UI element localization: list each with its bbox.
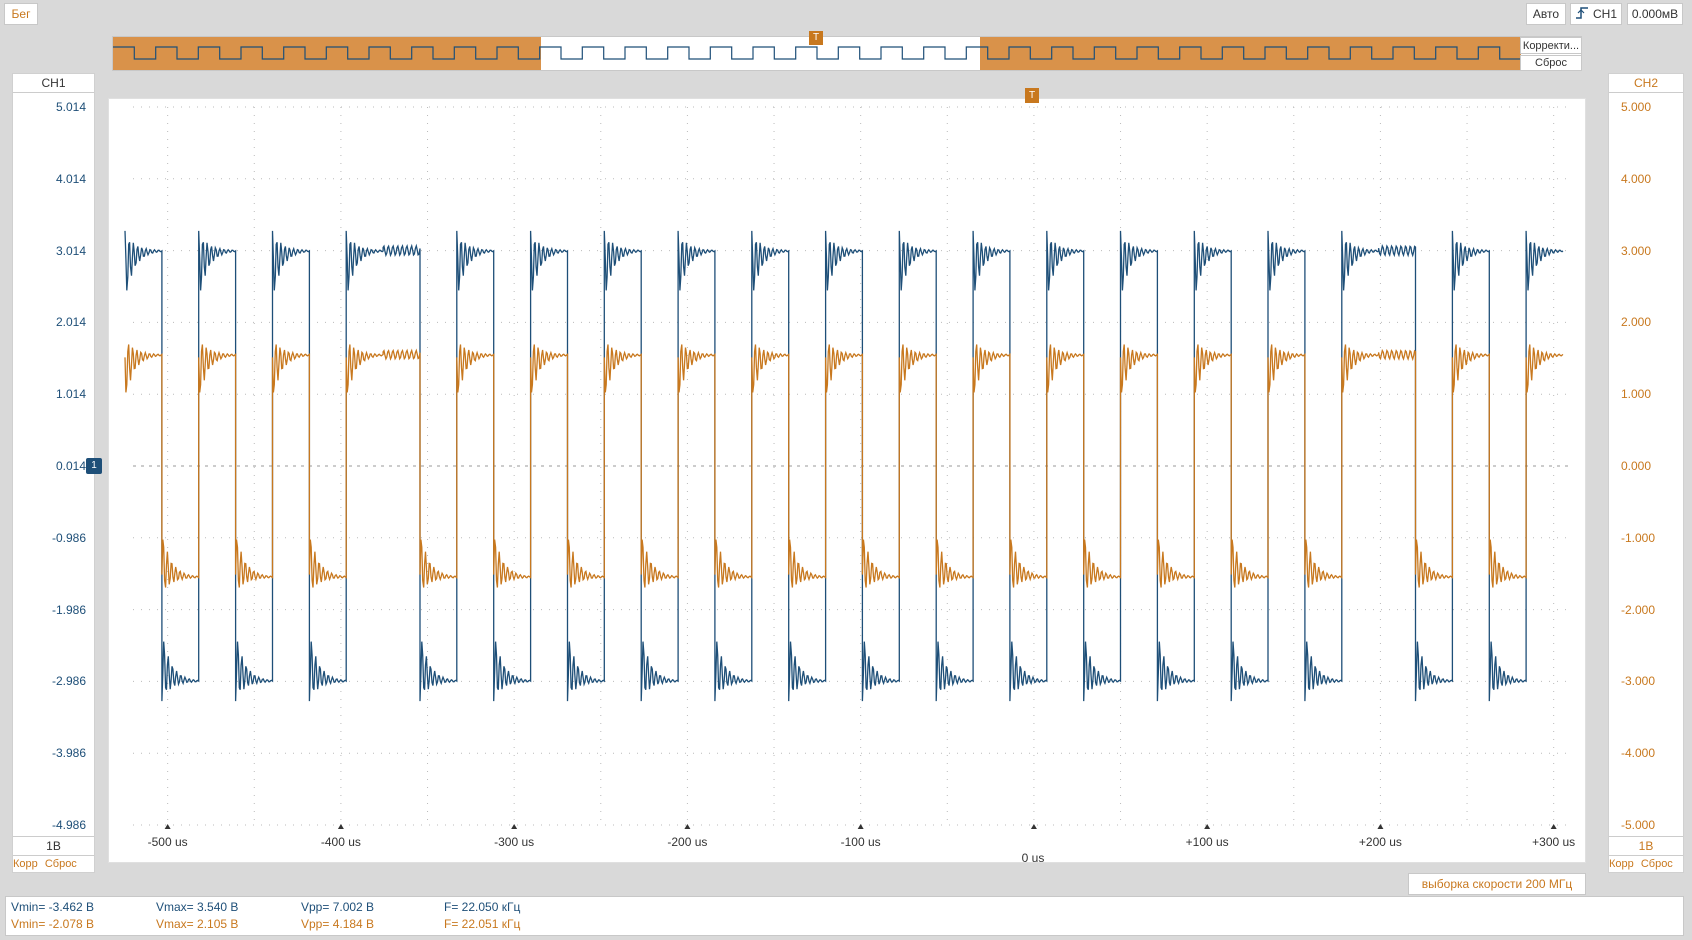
- x-tick-label: +300 us: [1532, 835, 1576, 849]
- ch1-freq: F= 22.050 кГц: [444, 900, 521, 914]
- x-tick-mark: [511, 824, 518, 829]
- ch1-tick-label: 4.014: [55, 171, 86, 186]
- x-tick-mark: [337, 824, 344, 829]
- ch1-label[interactable]: CH1: [13, 74, 94, 93]
- ch2-vpp: Vpp= 4.184 В: [301, 917, 375, 931]
- ch1-reset-button[interactable]: Сброс: [45, 858, 77, 870]
- x-tick-mark: [1030, 824, 1037, 829]
- trigger-channel-button[interactable]: CH1: [1570, 3, 1622, 25]
- x-tick-label: -400 us: [320, 835, 361, 849]
- main-trigger-marker[interactable]: T: [1025, 88, 1039, 103]
- ch1-ground-marker[interactable]: 1: [86, 458, 102, 474]
- x-tick-label: -300 us: [494, 835, 535, 849]
- ch1-tick-label: 0.014: [55, 459, 86, 473]
- ch1-tick-label: -3.986: [51, 746, 86, 761]
- x-tick-mark: [1550, 824, 1557, 829]
- trigger-level-button[interactable]: 0.000мВ: [1627, 3, 1683, 25]
- trigger-mode-button[interactable]: Авто: [1526, 3, 1566, 25]
- ch1-tick-label: -1.986: [51, 602, 86, 617]
- x-tick-label: -100 us: [840, 835, 881, 849]
- ch1-tick-label: -0.986: [51, 530, 86, 545]
- ch2-tick-label: -2.000: [1621, 602, 1656, 617]
- ch2-tick-label: -1.000: [1621, 530, 1656, 545]
- overview-bar[interactable]: [112, 36, 1582, 71]
- ch2-tick-label: -4.000: [1621, 746, 1656, 761]
- measurements-panel: Vmin= -3.462 В Vmax= 3.540 В Vpp= 7.002 …: [5, 896, 1684, 936]
- ch2-tick-label: 3.000: [1621, 243, 1652, 258]
- x-tick-label: +200 us: [1358, 835, 1402, 849]
- x-tick-mark: [857, 824, 864, 829]
- overview-reset-button[interactable]: Сброс: [1520, 55, 1582, 71]
- run-status-button[interactable]: Бег: [4, 3, 38, 25]
- waveform-plot: [124, 106, 1571, 829]
- sample-rate-label: выборка скорости 200 МГц: [1408, 873, 1586, 895]
- x-tick-label: -200 us: [667, 835, 708, 849]
- ch2-tick-label: 2.000: [1621, 315, 1652, 330]
- ch1-tick-label: -4.986: [51, 818, 86, 832]
- ch1-tick-label: 1.014: [55, 387, 86, 402]
- ch2-freq: F= 22.051 кГц: [444, 917, 521, 931]
- ch2-waveform: [124, 344, 1564, 588]
- ch1-vpp: Vpp= 7.002 В: [301, 900, 375, 914]
- ch2-vmax: Vmax= 2.105 В: [156, 917, 239, 931]
- ch1-korr-button[interactable]: Корр: [13, 858, 38, 870]
- ch1-vmax: Vmax= 3.540 В: [156, 900, 239, 914]
- ch1-tick-label: 2.014: [55, 315, 86, 330]
- ch2-tick-label: 4.000: [1621, 171, 1652, 186]
- plot-area[interactable]: -500 us -400 us -300 us -200 us -100 us +100 …: [108, 98, 1586, 865]
- ch2-reset-button[interactable]: Сброс: [1641, 858, 1673, 870]
- ch1-tick-label: 3.014: [55, 243, 86, 258]
- zoom-correction-button[interactable]: Корректи...: [1520, 37, 1582, 54]
- ch2-tick-label: 5.000: [1621, 100, 1652, 114]
- ch2-label[interactable]: CH2: [1609, 74, 1683, 93]
- ch2-scale[interactable]: 1В: [1609, 836, 1683, 855]
- ch2-tick-label: 0.000: [1621, 459, 1652, 473]
- ch1-scale[interactable]: 1В: [13, 836, 94, 855]
- x-tick-mark: [1377, 824, 1384, 829]
- ch1-tick-label: 5.014: [55, 100, 86, 114]
- ch2-panel: CH2 5.000 4.000 3.000 2.000 1.000 0.000 -1.000…: [1608, 73, 1684, 873]
- overview-trigger-marker[interactable]: T: [809, 31, 823, 45]
- ch1-vmin: Vmin= -3.462 В: [11, 900, 95, 914]
- rising-edge-icon: [1575, 6, 1589, 23]
- ch2-vmin: Vmin= -2.078 В: [11, 917, 95, 931]
- overview-highlight-right: [980, 37, 1521, 70]
- ch2-tick-label: -3.000: [1621, 674, 1656, 689]
- ch2-tick-label: -5.000: [1621, 818, 1656, 832]
- ch1-waveform: [124, 230, 1564, 702]
- x-tick-label: +100 us: [1185, 835, 1229, 849]
- x-center-label: 0 us: [1021, 851, 1045, 865]
- ch2-korr-button[interactable]: Корр: [1609, 858, 1634, 870]
- trigger-channel-label: CH1: [1592, 7, 1617, 21]
- ch1-tick-label: -2.986: [51, 674, 86, 689]
- ch2-tick-label: 1.000: [1621, 387, 1652, 402]
- x-tick-label: -500 us: [147, 835, 188, 849]
- ch1-panel: CH1 5.014 4.014 3.014 2.014 1.014 0.014 -0.986…: [12, 73, 95, 873]
